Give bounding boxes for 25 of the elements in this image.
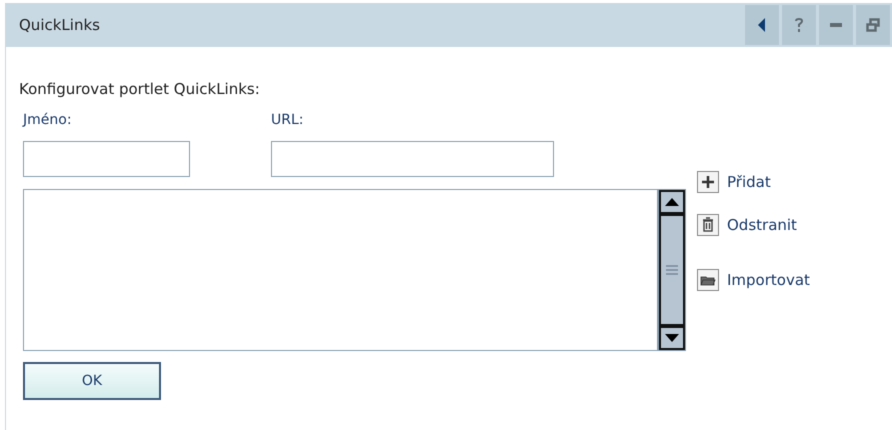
import-button[interactable]: Importovat: [697, 269, 810, 292]
trash-icon: [697, 214, 719, 236]
triangle-left-icon: [758, 18, 766, 32]
restore-button[interactable]: [856, 5, 890, 45]
folder-icon: [697, 269, 719, 292]
input-field[interactable]: [271, 141, 554, 177]
scroll-thumb-icon[interactable]: [659, 214, 685, 326]
delete-button[interactable]: Odstranit: [697, 214, 810, 236]
field-label: Jméno:: [23, 111, 73, 130]
help-icon: [793, 17, 805, 33]
ok-button[interactable]: OK: [23, 362, 161, 400]
restore-icon: [866, 18, 880, 32]
field-label: URL:: [271, 111, 304, 130]
plus-icon: [697, 171, 719, 194]
collapse-button[interactable]: [745, 5, 779, 45]
help-button[interactable]: [782, 5, 816, 45]
window-title: QuickLinks: [19, 14, 101, 36]
scrollbar[interactable]: [658, 189, 686, 351]
scroll-up-icon[interactable]: [659, 190, 685, 214]
minimize-icon: [830, 23, 842, 27]
input-field[interactable]: [23, 141, 190, 177]
heading: Konfigurovat portlet QuickLinks:: [19, 79, 261, 99]
scroll-down-icon[interactable]: [659, 326, 685, 350]
minimize-button[interactable]: [819, 5, 853, 45]
add-button[interactable]: Přidat: [697, 171, 810, 194]
